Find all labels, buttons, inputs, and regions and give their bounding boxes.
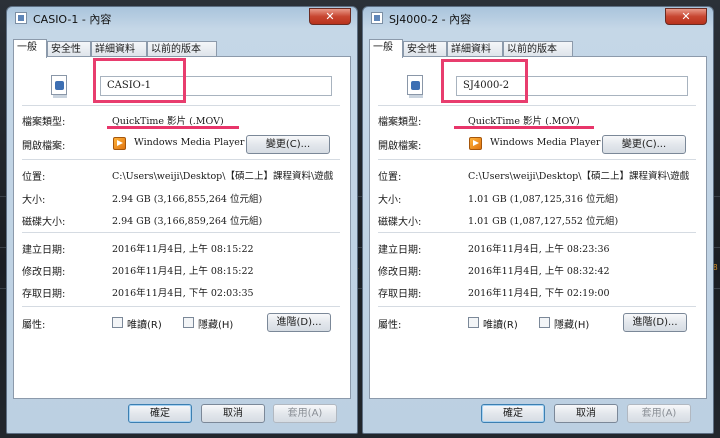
tab-general[interactable]: 一般 (369, 39, 403, 58)
created-value: 2016年11月4日, 上午 08:15:22 (112, 244, 254, 255)
title-bar[interactable]: CASIO-1 - 內容 ✕ (7, 7, 357, 29)
properties-window-casio[interactable]: CASIO-1 - 內容 ✕ 一般 安全性 詳細資料 以前的版本 CASIO-1… (6, 6, 358, 434)
title-bar[interactable]: SJ4000-2 - 內容 ✕ (363, 7, 713, 29)
opens-with-label: 開啟檔案: (22, 141, 66, 152)
tab-details[interactable]: 詳細資料 (91, 41, 147, 57)
disk-size-value: 2.94 GB (3,166,859,264 位元組) (112, 216, 263, 227)
properties-window-sj4000[interactable]: SJ4000-2 - 內容 ✕ 一般 安全性 詳細資料 以前的版本 SJ4000… (362, 6, 714, 434)
size-value: 2.94 GB (3,166,855,264 位元組) (112, 194, 263, 205)
size-value: 1.01 GB (1,087,125,316 位元組) (468, 194, 619, 205)
advanced-button[interactable]: 進階(D)... (623, 313, 687, 332)
ok-button[interactable]: 確定 (481, 404, 545, 423)
tab-previous-versions[interactable]: 以前的版本 (503, 41, 573, 57)
attributes-label: 屬性: (378, 320, 402, 331)
hidden-checkbox[interactable] (183, 317, 194, 328)
accessed-value: 2016年11月4日, 下午 02:19:00 (468, 288, 610, 299)
readonly-label[interactable]: 唯讀(R) (483, 316, 518, 331)
advanced-button[interactable]: 進階(D)... (267, 313, 331, 332)
modified-label: 修改日期: (378, 267, 422, 278)
highlight-underline (107, 126, 239, 129)
video-file-icon (404, 75, 426, 99)
disk-size-label: 磁碟大小: (378, 217, 422, 228)
change-button[interactable]: 變更(C)... (602, 135, 686, 154)
file-type-value: QuickTime 影片 (.MOV) (112, 116, 224, 127)
opens-with-value: Windows Media Player (490, 137, 601, 148)
file-type-label: 檔案類型: (22, 117, 66, 128)
created-value: 2016年11月4日, 上午 08:23:36 (468, 244, 610, 255)
media-player-icon (469, 137, 482, 150)
window-icon (15, 12, 27, 24)
accessed-label: 存取日期: (378, 289, 422, 300)
readonly-checkbox[interactable] (112, 317, 123, 328)
highlight-box (441, 59, 528, 103)
file-type-label: 檔案類型: (378, 117, 422, 128)
tab-general[interactable]: 一般 (13, 39, 47, 58)
disk-size-label: 磁碟大小: (22, 217, 66, 228)
attributes-label: 屬性: (22, 320, 46, 331)
window-icon (371, 12, 383, 24)
opens-with-value: Windows Media Player (134, 137, 245, 148)
hidden-checkbox[interactable] (539, 317, 550, 328)
change-button[interactable]: 變更(C)... (246, 135, 330, 154)
window-title: SJ4000-2 - 內容 (389, 13, 472, 26)
opens-with-label: 開啟檔案: (378, 141, 422, 152)
file-type-value: QuickTime 影片 (.MOV) (468, 116, 580, 127)
window-title: CASIO-1 - 內容 (33, 13, 112, 26)
media-player-icon (113, 137, 126, 150)
readonly-checkbox[interactable] (468, 317, 479, 328)
location-value: C:\Users\weiji\Desktop\【碩二上】課程資料\遊戲 (468, 171, 690, 182)
general-panel: SJ4000-2 檔案類型: QuickTime 影片 (.MOV) 開啟檔案:… (369, 56, 707, 399)
modified-value: 2016年11月4日, 上午 08:32:42 (468, 266, 610, 277)
tab-security[interactable]: 安全性 (403, 41, 447, 57)
disk-size-value: 1.01 GB (1,087,127,552 位元組) (468, 216, 619, 227)
video-file-icon (48, 75, 70, 99)
separator (22, 105, 340, 106)
created-label: 建立日期: (22, 245, 66, 256)
accessed-value: 2016年11月4日, 下午 02:03:35 (112, 288, 254, 299)
separator (22, 306, 340, 307)
apply-button[interactable]: 套用(A) (273, 404, 337, 423)
close-button[interactable]: ✕ (309, 8, 351, 25)
highlight-underline (454, 126, 594, 129)
location-label: 位置: (22, 172, 46, 183)
readonly-label[interactable]: 唯讀(R) (127, 316, 162, 331)
separator (378, 306, 696, 307)
hidden-label[interactable]: 隱藏(H) (554, 316, 589, 331)
separator (378, 232, 696, 233)
cancel-button[interactable]: 取消 (201, 404, 265, 423)
hidden-label[interactable]: 隱藏(H) (198, 316, 233, 331)
highlight-box (93, 58, 186, 103)
cancel-button[interactable]: 取消 (554, 404, 618, 423)
close-button[interactable]: ✕ (665, 8, 707, 25)
location-value: C:\Users\weiji\Desktop\【碩二上】課程資料\遊戲 (112, 171, 334, 182)
apply-button[interactable]: 套用(A) (627, 404, 691, 423)
modified-value: 2016年11月4日, 上午 08:15:22 (112, 266, 254, 277)
general-panel: CASIO-1 檔案類型: QuickTime 影片 (.MOV) 開啟檔案: … (13, 56, 351, 399)
separator (378, 159, 696, 160)
tab-details[interactable]: 詳細資料 (447, 41, 503, 57)
separator (378, 105, 696, 106)
size-label: 大小: (22, 195, 46, 206)
tab-previous-versions[interactable]: 以前的版本 (147, 41, 217, 57)
location-label: 位置: (378, 172, 402, 183)
accessed-label: 存取日期: (22, 289, 66, 300)
separator (22, 159, 340, 160)
separator (22, 232, 340, 233)
size-label: 大小: (378, 195, 402, 206)
modified-label: 修改日期: (22, 267, 66, 278)
ok-button[interactable]: 確定 (128, 404, 192, 423)
tab-security[interactable]: 安全性 (47, 41, 91, 57)
created-label: 建立日期: (378, 245, 422, 256)
